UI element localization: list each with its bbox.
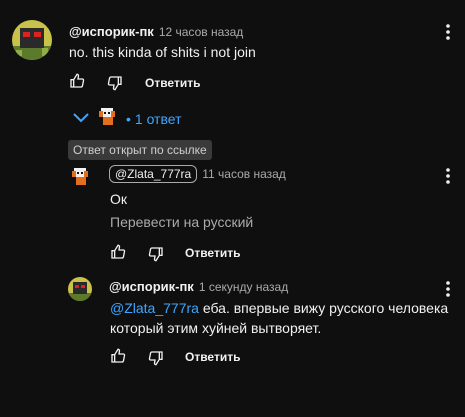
replies-separator: • xyxy=(126,111,131,127)
comment-author[interactable]: @Zlata_777ra 11 часов назад xyxy=(109,165,286,183)
reply-button[interactable]: Ответить xyxy=(185,350,240,364)
comment-text: Ок xyxy=(110,191,128,207)
chevron-down-icon xyxy=(73,113,89,123)
like-button[interactable] xyxy=(110,244,126,260)
dislike-icon xyxy=(148,351,163,366)
comment-author[interactable]: @испорик-пк 1 секунду назад xyxy=(109,279,288,294)
like-icon xyxy=(70,73,85,88)
translate-button[interactable]: Перевести на русский xyxy=(110,214,253,230)
avatar-zlata[interactable] xyxy=(68,164,92,188)
reply-button[interactable]: Ответить xyxy=(145,76,200,90)
author-name[interactable]: @испорик-пк xyxy=(109,279,194,294)
replies-count[interactable]: 1 ответ xyxy=(135,111,182,127)
comment-text-line-2: который этим хуйней вытворяет. xyxy=(110,320,322,336)
more-actions-button[interactable] xyxy=(438,166,458,186)
comment-time[interactable]: 1 секунду назад xyxy=(199,280,288,294)
more-actions-button[interactable] xyxy=(438,279,458,299)
like-button[interactable] xyxy=(69,73,85,89)
avatar-isporik-small[interactable] xyxy=(68,277,92,301)
replies-toggle[interactable]: • 1 ответ xyxy=(126,111,182,127)
dislike-button[interactable] xyxy=(148,246,164,262)
like-icon xyxy=(111,244,126,259)
comment-text-part: еба. впервые вижу русского человека xyxy=(198,300,449,316)
comment-text: no. this kinda of shits i not join xyxy=(69,44,256,60)
comment-time[interactable]: 12 часов назад xyxy=(159,25,243,39)
author-name-chip[interactable]: @Zlata_777ra xyxy=(109,165,198,183)
comment-author[interactable]: @испорик-пк 12 часов назад xyxy=(69,24,243,39)
mention-link[interactable]: @Zlata_777ra xyxy=(110,300,199,316)
replies-toggle-chevron[interactable] xyxy=(73,113,89,123)
dislike-icon xyxy=(107,76,122,91)
dislike-icon xyxy=(148,247,163,262)
like-icon xyxy=(111,348,126,363)
more-vert-icon xyxy=(446,168,450,184)
comment-time[interactable]: 11 часов назад xyxy=(202,167,286,181)
avatar-zlata-small[interactable] xyxy=(95,104,119,128)
dislike-button[interactable] xyxy=(107,75,123,91)
more-vert-icon xyxy=(446,281,450,297)
avatar-isporik[interactable] xyxy=(12,20,52,60)
more-vert-icon xyxy=(446,24,450,40)
linked-reply-badge: Ответ открыт по ссылке xyxy=(68,140,212,160)
more-actions-button[interactable] xyxy=(438,22,458,42)
like-button[interactable] xyxy=(110,348,126,364)
comment-text-line-1: @Zlata_777ra еба. впервые вижу русского … xyxy=(110,298,455,318)
comment-text: @Zlata_777ra еба. впервые вижу русского … xyxy=(110,298,455,338)
reply-button[interactable]: Ответить xyxy=(185,246,240,260)
author-name[interactable]: @испорик-пк xyxy=(69,24,154,39)
dislike-button[interactable] xyxy=(148,350,164,366)
